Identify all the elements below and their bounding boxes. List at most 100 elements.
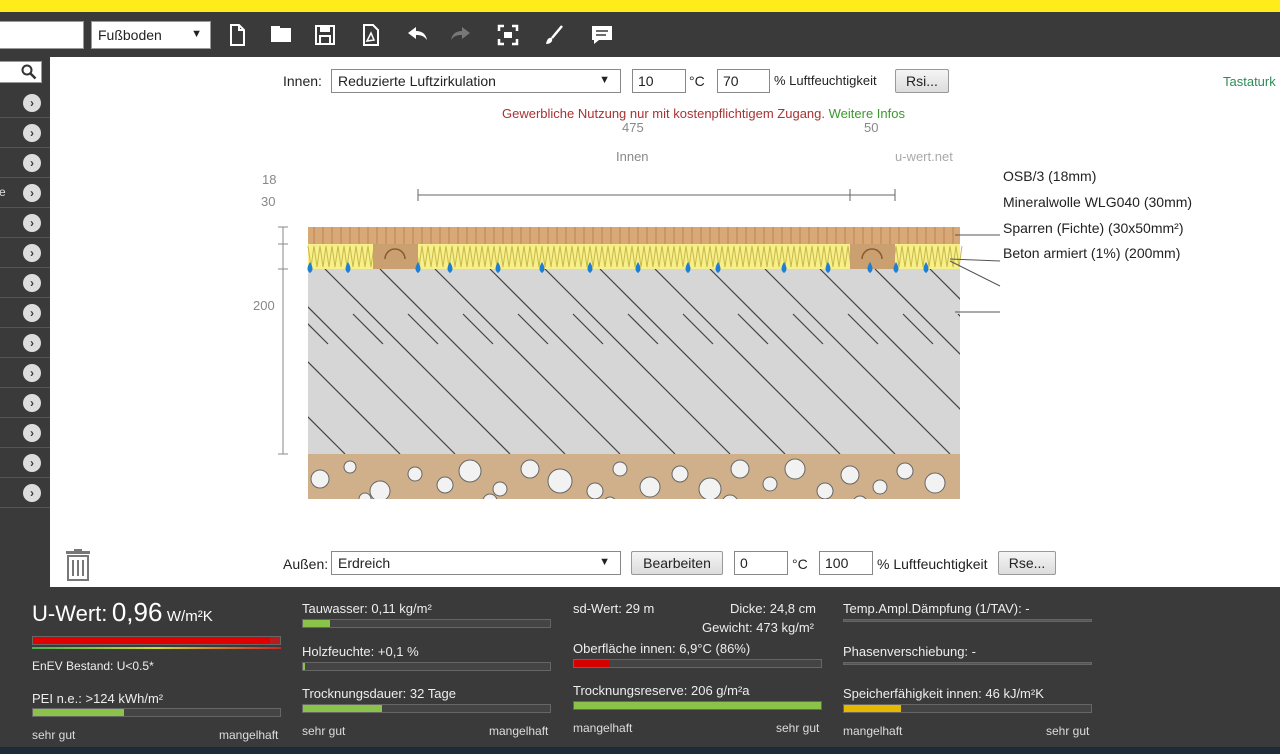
construction-diagram bbox=[250, 189, 1001, 499]
inside-humidity-input[interactable]: 70 bbox=[717, 69, 770, 93]
stone bbox=[671, 465, 689, 483]
stone bbox=[840, 465, 860, 485]
phasen-bar bbox=[843, 662, 1092, 665]
sidebar-item[interactable]: › bbox=[0, 238, 50, 268]
thickness-label-concrete: 200 bbox=[253, 298, 275, 313]
inside-side-label: Innen bbox=[616, 149, 649, 164]
chevron-right-icon: › bbox=[23, 334, 41, 352]
tauwasser-bar bbox=[302, 619, 551, 628]
trocknungsdauer-bar bbox=[302, 704, 551, 713]
chevron-right-icon: › bbox=[23, 394, 41, 412]
stone bbox=[604, 496, 616, 499]
oberflaeche-bar-fill bbox=[574, 660, 609, 667]
keyboard-link[interactable]: Tastaturk bbox=[1223, 74, 1276, 89]
outside-humidity-input[interactable]: 100 bbox=[819, 551, 873, 575]
chevron-right-icon: › bbox=[23, 244, 41, 262]
sidebar-item[interactable]: › bbox=[0, 478, 50, 508]
trocknungsdauer-bar-fill bbox=[303, 705, 383, 712]
inside-condition-value: Reduzierte Luftzirkulation bbox=[338, 73, 496, 89]
rafter-right bbox=[850, 244, 895, 269]
stone bbox=[520, 459, 540, 479]
save-icon[interactable] bbox=[312, 22, 338, 48]
trocknungsdauer-label: Trocknungsdauer: 32 Tage bbox=[302, 686, 456, 701]
stone bbox=[343, 460, 357, 474]
sidebar-item[interactable]: › bbox=[0, 388, 50, 418]
stone bbox=[458, 459, 482, 483]
sidebar-item[interactable]: › bbox=[0, 328, 50, 358]
open-folder-icon[interactable] bbox=[268, 22, 294, 48]
construction-type-select[interactable]: Fußboden ▼ bbox=[91, 21, 211, 49]
dicke-label: Dicke: 24,8 cm bbox=[730, 601, 816, 616]
chevron-right-icon: › bbox=[23, 214, 41, 232]
outside-condition-value: Erdreich bbox=[338, 555, 391, 571]
stone bbox=[698, 477, 722, 499]
chevron-right-icon: › bbox=[23, 124, 41, 142]
sidebar-item[interactable]: › bbox=[0, 148, 50, 178]
chevron-right-icon: › bbox=[23, 304, 41, 322]
trash-icon[interactable] bbox=[64, 549, 92, 581]
os-taskbar bbox=[0, 747, 1280, 754]
layer-label-concrete[interactable]: Beton armiert (1%) (200mm) bbox=[1003, 245, 1180, 261]
brush-icon[interactable] bbox=[541, 22, 567, 48]
holzfeuchte-bar bbox=[302, 662, 551, 671]
sidebar-item[interactable]: › bbox=[0, 268, 50, 298]
undo-icon[interactable] bbox=[404, 22, 430, 48]
comment-icon[interactable] bbox=[589, 22, 615, 48]
stone bbox=[872, 479, 888, 495]
stone bbox=[722, 494, 738, 499]
stone bbox=[492, 481, 508, 497]
sidebar-item[interactable]: › bbox=[0, 208, 50, 238]
outside-label: Außen: bbox=[283, 556, 329, 572]
pei-bar-fill bbox=[33, 709, 125, 716]
rsi-button[interactable]: Rsi... bbox=[895, 69, 949, 93]
hatch-line bbox=[957, 313, 960, 317]
uwert-unit: W/m²K bbox=[166, 608, 213, 625]
sidebar-item[interactable]: › bbox=[0, 448, 50, 478]
stone bbox=[407, 466, 423, 482]
sidebar-item[interactable]: › bbox=[0, 418, 50, 448]
oberflaeche-bar bbox=[573, 659, 822, 668]
temp-ampl-bar bbox=[843, 619, 1092, 622]
layer-label-osb[interactable]: OSB/3 (18mm) bbox=[1003, 168, 1096, 184]
new-file-icon[interactable] bbox=[224, 22, 250, 48]
layer-label-rafter[interactable]: Sparren (Fichte) (30x50mm²) bbox=[1003, 220, 1184, 236]
outside-temp-input[interactable]: 0 bbox=[734, 551, 788, 575]
inside-label: Innen: bbox=[283, 73, 322, 89]
edit-button[interactable]: Bearbeiten bbox=[631, 551, 723, 575]
sidebar-search-input[interactable] bbox=[0, 61, 42, 83]
stone bbox=[853, 495, 867, 499]
sidebar-item[interactable]: › bbox=[0, 358, 50, 388]
scale-good-1: sehr gut bbox=[32, 728, 76, 742]
sidebar-item[interactable]: › e bbox=[0, 178, 50, 208]
sidebar-item[interactable]: › bbox=[0, 298, 50, 328]
outside-condition-select[interactable]: Erdreich ▼ bbox=[331, 551, 621, 575]
thickness-label-insulation: 30 bbox=[261, 194, 276, 209]
stone bbox=[310, 469, 330, 489]
redo-icon[interactable] bbox=[448, 22, 474, 48]
trocknungsreserve-label: Trocknungsreserve: 206 g/m²a bbox=[573, 683, 750, 698]
sidebar-item[interactable]: › bbox=[0, 118, 50, 148]
inside-temp-input[interactable]: 10 bbox=[632, 69, 686, 93]
inside-condition-select[interactable]: Reduzierte Luftzirkulation ▼ bbox=[331, 69, 621, 93]
chevron-right-icon: › bbox=[23, 184, 41, 202]
chevron-right-icon: › bbox=[23, 424, 41, 442]
stone bbox=[547, 468, 573, 494]
scale-bad-2: mangelhaft bbox=[489, 724, 549, 738]
results-panel: U-Wert: 0,96 W/m²K EnEV Bestand: U<0.5* … bbox=[0, 587, 1280, 747]
holzfeuchte-label: Holzfeuchte: +0,1 % bbox=[302, 644, 419, 659]
pdf-icon[interactable] bbox=[358, 22, 384, 48]
sidebar-item[interactable]: › bbox=[0, 88, 50, 118]
layer-label-insulation[interactable]: Mineralwolle WLG040 (30mm) bbox=[1003, 194, 1192, 210]
uwert-display: U-Wert: 0,96 W/m²K bbox=[32, 597, 213, 628]
chevron-right-icon: › bbox=[23, 274, 41, 292]
fullscreen-icon[interactable] bbox=[495, 22, 521, 48]
hatch-line bbox=[250, 269, 290, 454]
scale-bad-3: mangelhaft bbox=[573, 721, 633, 735]
project-name-input[interactable] bbox=[0, 21, 84, 49]
stone bbox=[784, 458, 806, 480]
uwert-scale-line bbox=[32, 647, 281, 649]
rafter-left bbox=[373, 244, 418, 269]
rse-button[interactable]: Rse... bbox=[998, 551, 1056, 575]
speicher-label: Speicherfähigkeit innen: 46 kJ/m²K bbox=[843, 686, 1044, 701]
search-icon bbox=[21, 64, 37, 80]
